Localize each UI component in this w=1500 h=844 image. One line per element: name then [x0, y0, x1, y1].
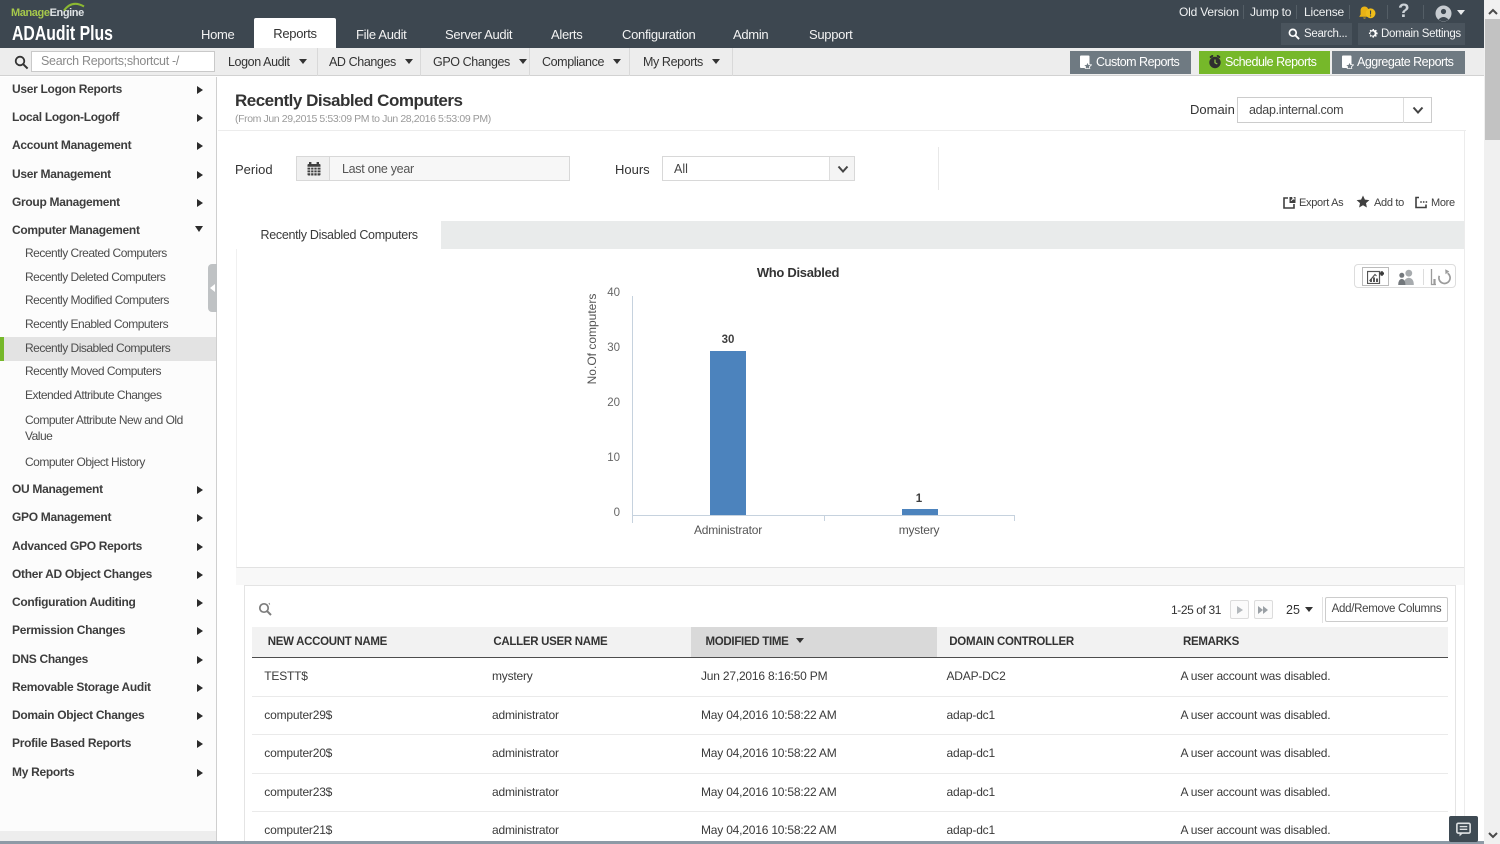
svg-text:!: !: [1369, 9, 1372, 19]
